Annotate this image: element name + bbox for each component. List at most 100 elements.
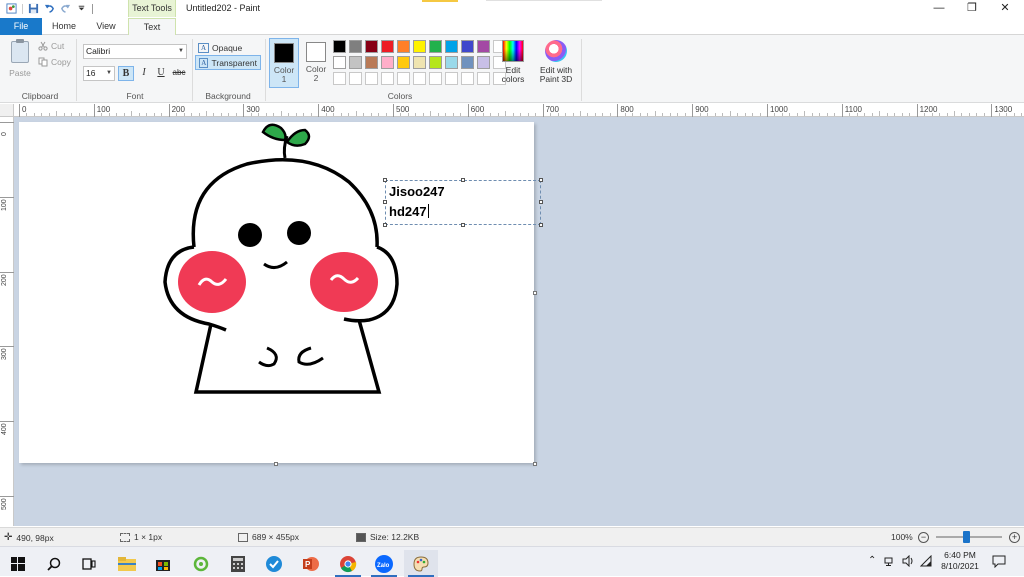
powerpoint-app[interactable]: P [294, 550, 328, 577]
greenshot-app[interactable] [184, 550, 218, 577]
canvas-resize-handle-bottom[interactable] [274, 462, 278, 466]
underline-button[interactable]: U [153, 66, 169, 81]
minimize-button[interactable]: — [922, 0, 956, 17]
palette-color-swatch[interactable] [429, 56, 442, 69]
tab-home[interactable]: Home [44, 18, 84, 35]
show-hidden-icons-button[interactable]: ⌃ [868, 555, 876, 566]
selection-size-value: 1 × 1px [134, 532, 163, 542]
bold-button[interactable]: B [118, 66, 134, 81]
transparent-button[interactable]: A Transparent [195, 55, 261, 70]
paste-button[interactable]: Paste [6, 39, 34, 83]
palette-color-swatch[interactable] [477, 40, 490, 53]
ruler-minor-tick [939, 113, 941, 116]
wifi-icon[interactable] [919, 554, 932, 570]
tab-view[interactable]: View [86, 18, 126, 35]
font-size-dropdown[interactable]: 16 ▼ [83, 66, 115, 81]
customize-qat-icon[interactable] [76, 3, 87, 14]
paint-app[interactable] [404, 550, 438, 577]
notifications-icon[interactable] [992, 555, 1006, 571]
text-input-box[interactable]: Jisoo247 hd247 [383, 178, 543, 227]
palette-color-swatch[interactable] [413, 40, 426, 53]
volume-icon[interactable] [902, 554, 915, 570]
zoom-in-button[interactable]: + [1009, 532, 1020, 543]
drawing-canvas[interactable]: Jisoo247 hd247 [19, 122, 543, 463]
palette-color-swatch[interactable] [365, 56, 378, 69]
search-button[interactable] [37, 550, 71, 577]
ruler-minor-tick [452, 113, 454, 116]
color1-button[interactable]: Color 1 [269, 38, 299, 88]
palette-color-swatch[interactable] [397, 56, 410, 69]
text-box-handle[interactable] [461, 178, 465, 182]
edit-with-paint3d-button[interactable]: Edit with Paint 3D [536, 40, 576, 84]
text-box-handle[interactable] [539, 178, 543, 182]
palette-empty-swatch[interactable] [381, 72, 394, 85]
text-box-handle[interactable] [539, 200, 543, 204]
palette-empty-swatch[interactable] [429, 72, 442, 85]
palette-color-swatch[interactable] [381, 56, 394, 69]
file-explorer-app[interactable] [110, 550, 144, 577]
ruler-tick-label: 500 [0, 496, 14, 510]
palette-color-swatch[interactable] [461, 40, 474, 53]
windows-logo-icon [11, 556, 25, 571]
network-icon[interactable] [884, 555, 896, 570]
microsoft-store-app[interactable] [146, 550, 180, 577]
canvas-resize-handle-corner[interactable] [533, 462, 537, 466]
palette-color-swatch[interactable] [349, 56, 362, 69]
redo-icon[interactable] [60, 3, 71, 14]
palette-empty-swatch[interactable] [333, 72, 346, 85]
palette-color-swatch[interactable] [333, 40, 346, 53]
palette-empty-swatch[interactable] [349, 72, 362, 85]
palette-color-swatch[interactable] [413, 56, 426, 69]
palette-color-swatch[interactable] [381, 40, 394, 53]
palette-empty-swatch[interactable] [445, 72, 458, 85]
messaging-app[interactable] [257, 550, 291, 577]
close-button[interactable]: ✕ [988, 0, 1022, 17]
zoom-slider-thumb[interactable] [963, 531, 970, 543]
text-box-handle[interactable] [383, 223, 387, 227]
calculator-app[interactable] [221, 550, 255, 577]
font-family-dropdown[interactable]: Calibri ▼ [83, 44, 187, 59]
palette-color-swatch[interactable] [365, 40, 378, 53]
zalo-app[interactable]: Zalo [367, 550, 401, 577]
copy-button[interactable]: Copy [38, 56, 71, 68]
task-view-button[interactable] [72, 550, 106, 577]
chrome-app[interactable] [331, 550, 365, 577]
palette-empty-swatch[interactable] [477, 72, 490, 85]
ruler-minor-tick [998, 113, 1000, 116]
system-clock[interactable]: 6:40 PM 8/10/2021 [936, 550, 984, 572]
palette-empty-swatch[interactable] [365, 72, 378, 85]
italic-button[interactable]: I [136, 66, 152, 81]
powerpoint-icon: P [303, 556, 319, 571]
maximize-button[interactable]: ❐ [955, 0, 989, 17]
text-box-handle[interactable] [539, 223, 543, 227]
undo-icon[interactable] [44, 3, 55, 14]
palette-color-swatch[interactable] [477, 56, 490, 69]
ruler-minor-tick [677, 113, 679, 116]
canvas-resize-handle-right[interactable] [533, 291, 537, 295]
palette-color-swatch[interactable] [397, 40, 410, 53]
palette-color-swatch[interactable] [461, 56, 474, 69]
text-box-handle[interactable] [461, 223, 465, 227]
text-box-handle[interactable] [383, 200, 387, 204]
palette-color-swatch[interactable] [333, 56, 346, 69]
tab-file[interactable]: File [0, 18, 42, 35]
palette-empty-swatch[interactable] [413, 72, 426, 85]
palette-empty-swatch[interactable] [397, 72, 410, 85]
palette-color-swatch[interactable] [429, 40, 442, 53]
text-box-handle[interactable] [383, 178, 387, 182]
chrome-icon [340, 555, 357, 572]
edit-colors-button[interactable]: Edit colors [497, 40, 529, 84]
palette-empty-swatch[interactable] [461, 72, 474, 85]
opaque-button[interactable]: A Opaque [195, 40, 245, 55]
color2-button[interactable]: Color 2 [301, 38, 331, 88]
start-button[interactable] [1, 550, 35, 577]
palette-color-swatch[interactable] [445, 56, 458, 69]
palette-color-swatch[interactable] [445, 40, 458, 53]
zoom-out-button[interactable]: − [918, 532, 929, 543]
color-spectrum-icon [502, 40, 524, 62]
strikethrough-button[interactable]: abc [171, 66, 187, 81]
tab-text[interactable]: Text [128, 18, 176, 36]
save-icon[interactable] [28, 3, 39, 14]
palette-color-swatch[interactable] [349, 40, 362, 53]
cut-button[interactable]: Cut [38, 40, 64, 52]
